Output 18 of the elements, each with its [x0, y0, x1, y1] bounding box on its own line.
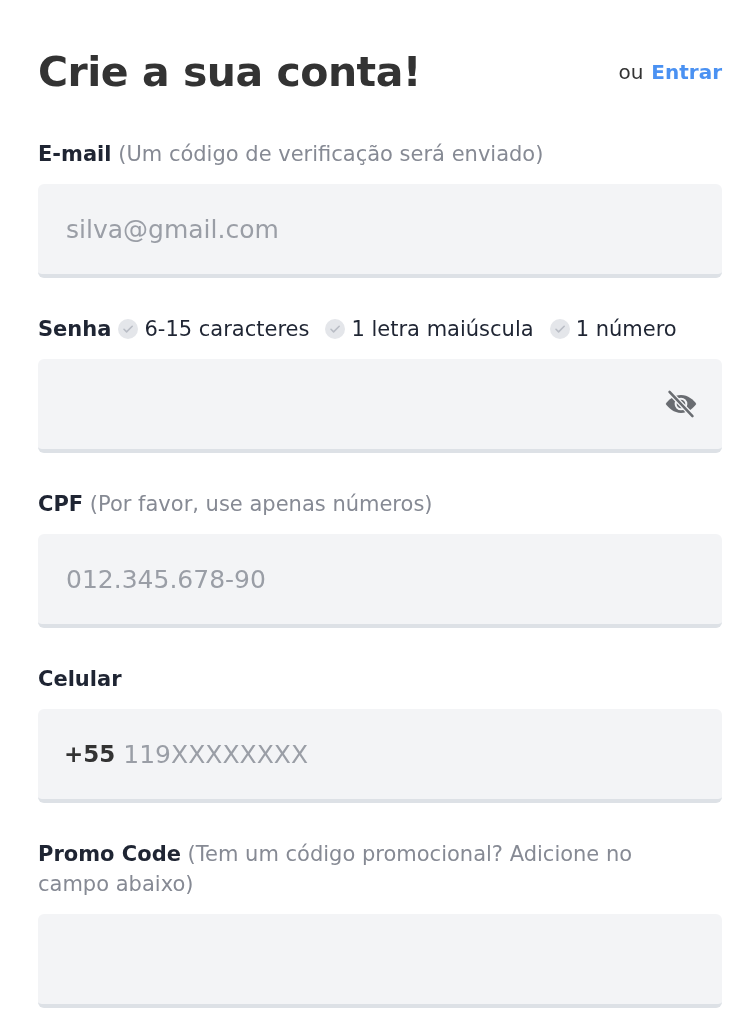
eye-slash-icon[interactable] — [664, 390, 698, 418]
phone-field[interactable]: +55 119XXXXXXXX — [38, 709, 722, 803]
requirement-text: 1 número — [575, 316, 677, 343]
phone-number-input[interactable]: 119XXXXXXXX — [123, 739, 327, 769]
input-field[interactable] — [38, 914, 722, 1008]
field-label: E-mail (Um código de verificação será enviado) — [38, 141, 545, 168]
requirement-text: 1 letra maiúscula — [351, 316, 534, 343]
field-label: CPF (Por favor, use apenas números) — [38, 491, 434, 518]
input-field[interactable]: 012.345.678-90 — [38, 534, 722, 628]
requirement-text: 6-15 caracteres — [144, 316, 310, 343]
password-field[interactable] — [38, 359, 722, 453]
field-label: Celular — [38, 666, 123, 693]
page-title: Crie a sua conta! — [38, 47, 422, 98]
field-label: Promo Code (Tem um código promocional? Adicione no campo abaixo) — [38, 841, 634, 898]
country-code: +55 — [64, 741, 116, 767]
field-label: Senha — [38, 316, 112, 343]
or-text: ou — [618, 60, 644, 84]
input-field[interactable]: silva@gmail.com — [38, 184, 722, 278]
